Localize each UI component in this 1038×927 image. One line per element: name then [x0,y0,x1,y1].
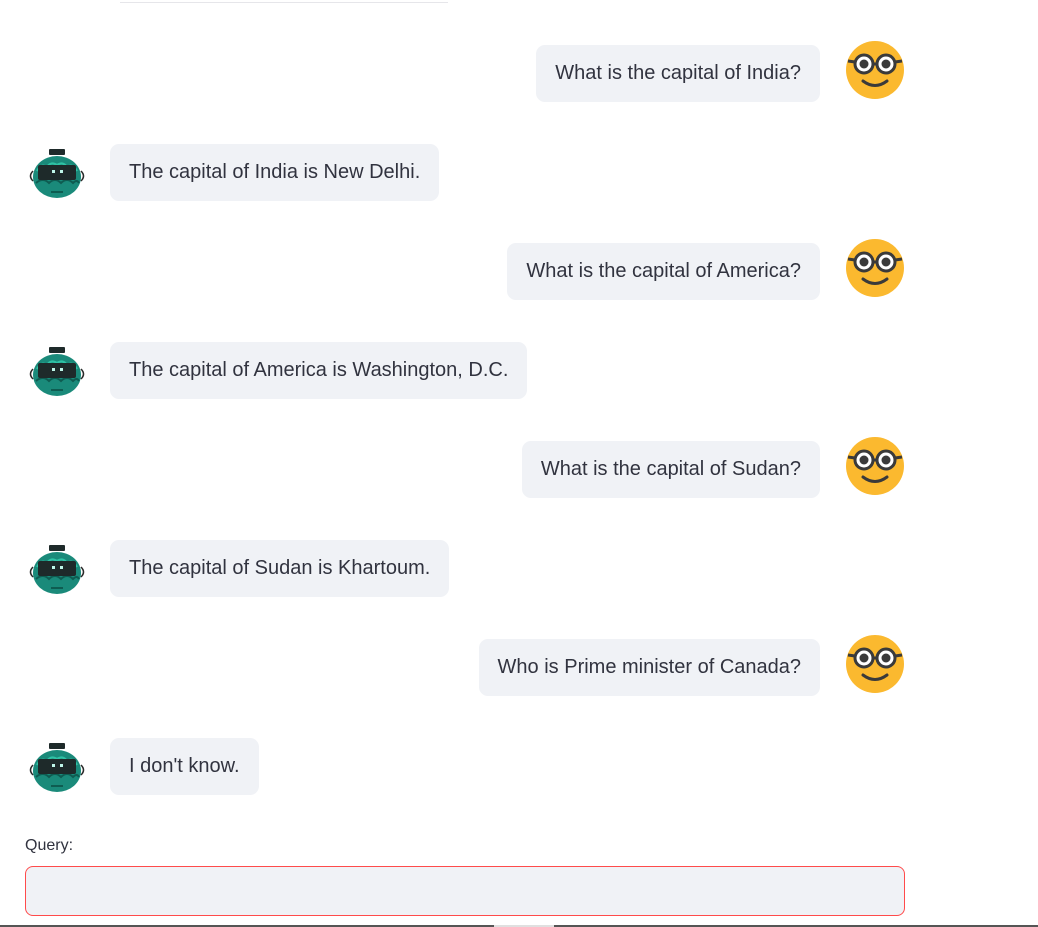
message-bubble: What is the capital of India? [536,45,820,102]
message-bubble: The capital of America is Washington, D.… [110,342,528,399]
robot-head-icon [29,149,85,198]
robot-head-icon [29,545,85,594]
chat-page: What is the capital of India? The capita… [0,0,1038,927]
chat-message-user: What is the capital of Sudan? [521,441,820,498]
message-bubble: What is the capital of America? [507,243,820,300]
robot-head-icon [29,743,85,792]
chat-message-bot: The capital of America is Washington, D.… [110,342,528,399]
message-bubble: Who is Prime minister of Canada? [478,639,820,696]
query-label: Query: [25,837,74,854]
message-bubble: The capital of Sudan is Khartoum. [110,540,450,597]
chat-message-user: What is the capital of India? [536,45,820,102]
query-input[interactable] [25,866,905,916]
message-bubble: I don't know. [110,738,259,795]
nerd-face-emoji-icon [846,437,904,495]
divider [120,2,448,3]
message-bubble: What is the capital of Sudan? [521,441,820,498]
chat-message-bot: The capital of India is New Delhi. [110,144,440,201]
nerd-face-emoji-icon [846,41,904,99]
chat-message-bot: The capital of Sudan is Khartoum. [110,540,450,597]
nerd-face-emoji-icon [846,635,904,693]
message-bubble: The capital of India is New Delhi. [110,144,440,201]
chat-message-bot: I don't know. [110,738,259,795]
robot-head-icon [29,347,85,396]
chat-message-user: Who is Prime minister of Canada? [478,639,820,696]
nerd-face-emoji-icon [846,239,904,297]
chat-message-user: What is the capital of America? [507,243,820,300]
